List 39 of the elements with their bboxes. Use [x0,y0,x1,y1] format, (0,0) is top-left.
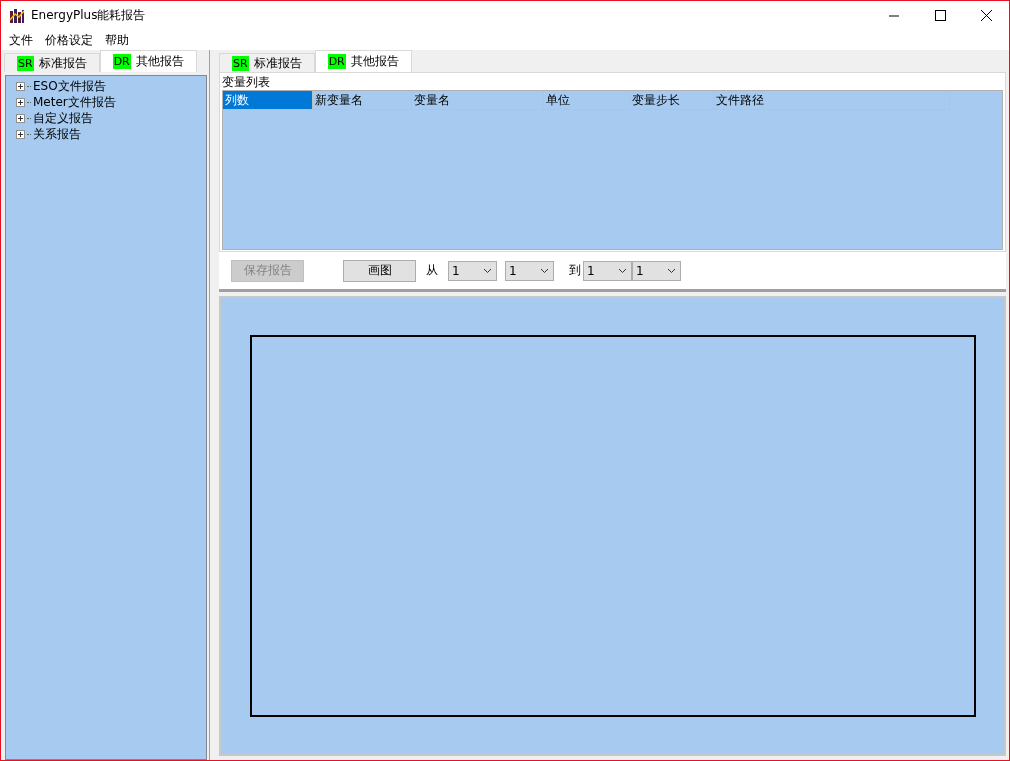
tree-item[interactable]: ESO文件报告 [33,77,106,95]
from-label: 从 [426,262,438,279]
tab[interactable]: DR 其他报告 [99,50,197,72]
plus-icon[interactable] [16,113,25,123]
tab-badge: DR [327,54,346,69]
menu-item[interactable]: 价格设定 [39,31,99,49]
plus-icon[interactable] [16,97,25,107]
caret-icon [540,267,549,274]
group-title: 变量列表 [221,74,271,90]
tab[interactable]: SR 标准报告 [4,53,100,72]
tree-item[interactable]: 自定义报告 [33,109,93,127]
dropdown[interactable]: 1 [505,260,554,281]
column-header[interactable]: 单位 [544,91,630,110]
caret-icon [618,267,627,274]
tab-badge: SR [232,55,249,71]
caret-icon [483,267,492,274]
column-header[interactable]: 变量步长 [630,91,714,110]
dropdown[interactable]: 1 [448,260,497,281]
menu-item[interactable]: 帮助 [99,31,135,49]
tab-badge: DR [112,54,131,69]
dropdown[interactable]: 1 [632,260,681,281]
tree-item[interactable]: 关系报告 [33,125,81,143]
tab[interactable]: DR 其他报告 [314,50,412,72]
plus-icon[interactable] [16,129,25,139]
column-header[interactable]: 新变量名 [313,91,412,110]
tab[interactable]: SR 标准报告 [219,53,315,72]
column-header[interactable]: 列数 [223,91,313,110]
plus-icon[interactable] [16,81,25,91]
dropdown[interactable]: 1 [583,260,632,281]
plot-button[interactable]: 画图 [343,259,416,282]
tab-badge: SR [17,55,34,71]
menu-item[interactable]: 文件 [3,31,39,49]
column-header[interactable]: 文件路径 [714,91,950,110]
caret-icon [667,267,676,274]
to-label: 到 [569,262,581,279]
tree-item[interactable]: Meter文件报告 [33,93,116,111]
column-header[interactable]: 变量名 [412,91,544,110]
app-icon [9,7,25,24]
window-title: EnergyPlus能耗报告 [31,7,146,24]
